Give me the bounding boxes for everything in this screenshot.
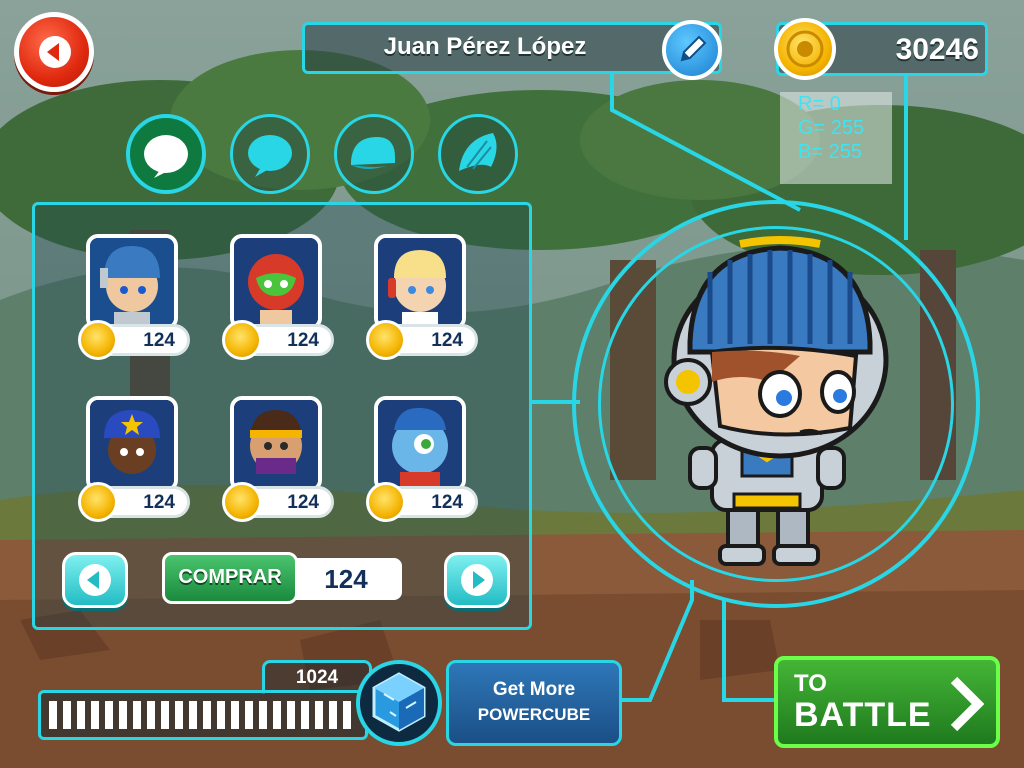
luchador-portrait [230, 234, 322, 330]
get-more-powercube-button[interactable]: Get More POWERCUBE [446, 660, 622, 746]
price-label: 124 [143, 492, 175, 513]
tab-hair[interactable] [438, 114, 518, 194]
chevron-right-icon [950, 676, 984, 732]
price-label: 124 [287, 492, 319, 513]
buy-price: 124 [290, 558, 402, 600]
arrow-left-icon [79, 564, 111, 596]
tab-ball-white[interactable] [126, 114, 206, 194]
coin-icon [366, 482, 406, 522]
character-card-ninja[interactable]: 124 [222, 396, 334, 522]
get-more-label: Get More [492, 679, 576, 700]
powercube-button[interactable] [356, 660, 442, 746]
coin-icon [222, 320, 262, 360]
ball-icon [144, 135, 188, 178]
progress-segments [49, 701, 351, 729]
character-card-police[interactable]: 124 [78, 396, 190, 522]
price-label: 124 [143, 330, 175, 351]
color-readout-r: R= 0 [798, 93, 841, 115]
tab-cap[interactable] [334, 114, 414, 194]
coin-total: 30246 [895, 33, 979, 66]
player-name-panel: Juan Pérez López [302, 22, 722, 74]
powercube-count: 1024 [262, 660, 372, 694]
arrow-right-icon [461, 564, 493, 596]
powercube-progress-bar [38, 690, 368, 740]
tab-ball-cyan[interactable] [230, 114, 310, 194]
price-label: 124 [287, 330, 319, 351]
character-card-astronaut[interactable]: 124 [366, 234, 478, 360]
ball-icon [248, 135, 292, 177]
edit-name-button[interactable] [662, 20, 722, 80]
coin-icon [222, 482, 262, 522]
next-character-button[interactable] [444, 552, 510, 608]
player-name: Juan Pérez López [383, 33, 587, 60]
price-label: 124 [431, 492, 463, 513]
color-readout-b: B= 255 [798, 141, 862, 163]
arrow-left-icon [39, 36, 71, 68]
coin-icon [366, 320, 406, 360]
selected-hero [664, 236, 889, 566]
battle-line1: TO [794, 670, 827, 697]
knight-portrait [86, 234, 178, 330]
pencil-icon [680, 35, 707, 62]
powercube-label: POWERCUBE [477, 705, 591, 724]
previous-character-button[interactable] [62, 552, 128, 608]
back-button[interactable] [14, 12, 94, 92]
hair-icon [459, 133, 497, 171]
cap-icon [351, 137, 395, 169]
coin-icon [78, 482, 118, 522]
cyclops-portrait [374, 396, 466, 492]
to-battle-button[interactable]: TO BATTLE [774, 656, 1000, 748]
price-label: 124 [431, 330, 463, 351]
character-card-knight[interactable]: 124 [78, 234, 190, 360]
color-readout-g: G= 255 [798, 117, 865, 139]
police-portrait [86, 396, 178, 492]
character-card-luchador[interactable]: 124 [222, 234, 334, 360]
ninja-portrait [230, 396, 322, 492]
character-card-cyclops[interactable]: 124 [366, 396, 478, 522]
astronaut-portrait [374, 234, 466, 330]
battle-line2: BATTLE [794, 696, 932, 734]
coin-icon [774, 18, 836, 80]
coin-icon [78, 320, 118, 360]
buy-button[interactable]: COMPRAR [162, 552, 298, 604]
powercube-icon [372, 672, 426, 732]
color-readout: R= 0 G= 255 B= 255 [780, 92, 892, 184]
